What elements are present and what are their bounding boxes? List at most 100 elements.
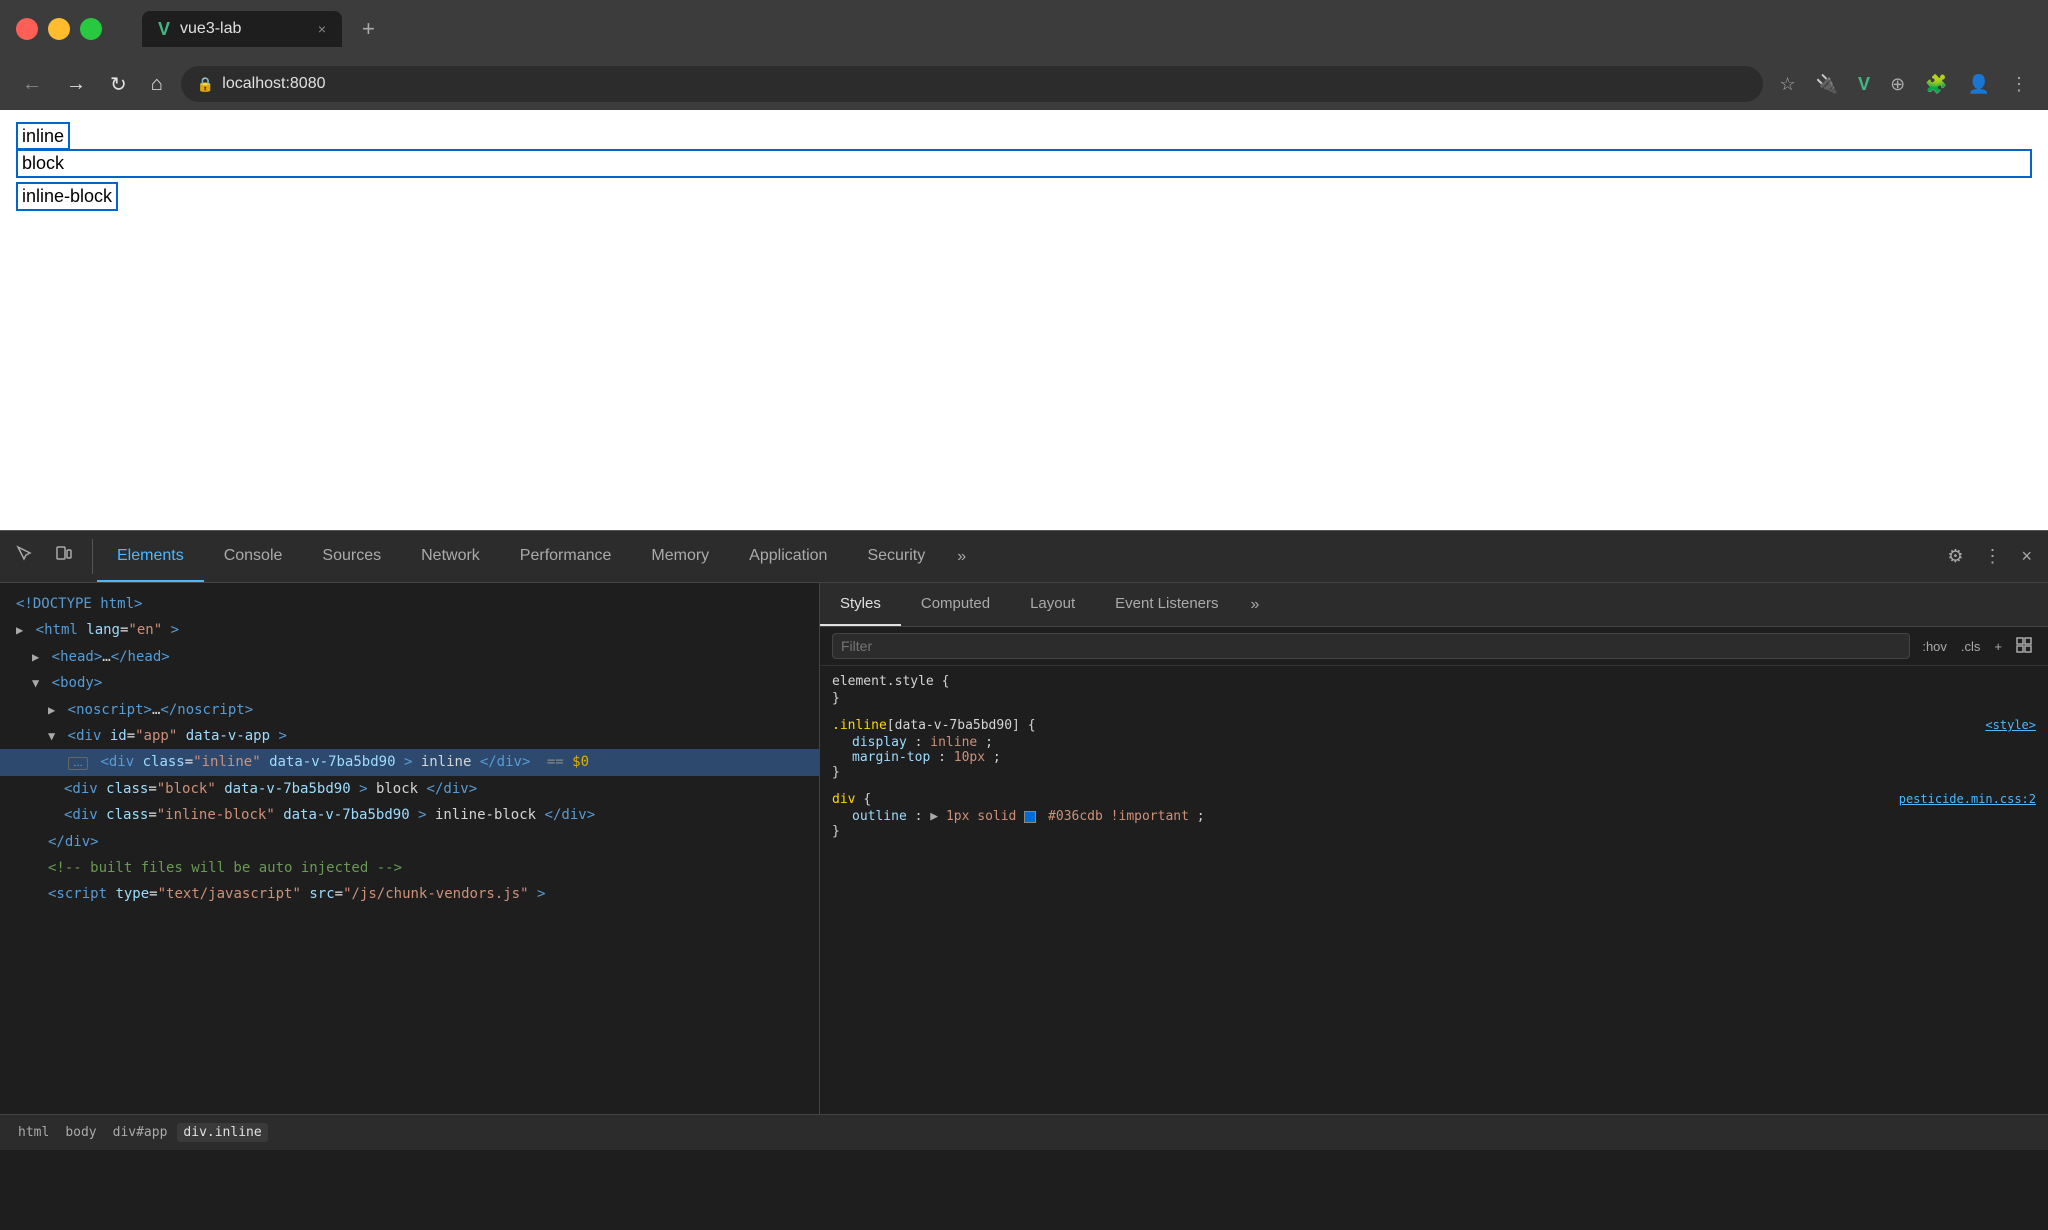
devtools-content: <!DOCTYPE html> ▶ <html lang="en" > ▶ <h… [0, 583, 2048, 1114]
tab-memory[interactable]: Memory [631, 531, 729, 582]
styles-filter-input[interactable] [832, 633, 1910, 659]
styles-tabs-more[interactable]: » [1239, 583, 1272, 626]
tab-security[interactable]: Security [847, 531, 945, 582]
tab-elements[interactable]: Elements [97, 531, 204, 582]
style-closing: } [832, 691, 2036, 706]
html-line-doctype[interactable]: <!DOCTYPE html> [0, 591, 819, 617]
style-rule-element: element.style { } [832, 674, 2036, 706]
html-line-comment[interactable]: <!-- built files will be auto injected -… [0, 855, 819, 881]
tab-styles[interactable]: Styles [820, 583, 901, 626]
maximize-window-button[interactable] [80, 18, 102, 40]
breadcrumb-div-app[interactable]: div#app [107, 1123, 174, 1142]
style-property-margin-top: margin-top : 10px ; [832, 750, 2036, 765]
inline-block-element: inline-block [16, 182, 118, 211]
html-line-div-inline[interactable]: … <div class="inline" data-v-7ba5bd90 > … [0, 749, 819, 775]
minimize-window-button[interactable] [48, 18, 70, 40]
address-bar[interactable]: 🔒 localhost:8080 [181, 66, 1764, 102]
cursor-extension-icon[interactable]: ⊕ [1886, 70, 1909, 99]
ellipsis-button[interactable]: … [68, 757, 88, 770]
url-display: localhost:8080 [222, 75, 325, 93]
tab-title: vue3-lab [180, 20, 241, 38]
breadcrumb-bar: html body div#app div.inline [0, 1114, 2048, 1150]
browser-chrome: V vue3-lab × + ← → ↻ ⌂ 🔒 localhost:8080 … [0, 0, 2048, 110]
back-button[interactable]: ← [16, 67, 48, 102]
page-content: inline block inline-block [0, 110, 2048, 530]
device-toggle-icon[interactable] [46, 539, 80, 574]
bookmark-button[interactable]: ☆ [1775, 70, 1799, 99]
breadcrumb-div-inline[interactable]: div.inline [177, 1123, 267, 1142]
title-bar: V vue3-lab × + [0, 0, 2048, 58]
arrow-icon: ▶ [48, 703, 55, 717]
styles-filter-bar: :hov .cls + [820, 627, 2048, 666]
style-selector-div: div { pesticide.min.css:2 [832, 792, 2036, 807]
style-selector-inline: .inline[data-v-7ba5bd90] { <style> [832, 718, 2036, 733]
devtools-toolbar: Elements Console Sources Network Perform… [0, 531, 2048, 583]
home-button[interactable]: ⌂ [145, 67, 169, 102]
tab-application[interactable]: Application [729, 531, 847, 582]
close-window-button[interactable] [16, 18, 38, 40]
tab-console[interactable]: Console [204, 531, 303, 582]
settings-button[interactable]: ⚙ [1939, 540, 1971, 573]
lock-icon: 🔒 [197, 76, 214, 93]
style-property-display: display : inline ; [832, 735, 2036, 750]
extensions-button[interactable]: 🧩 [1921, 70, 1951, 99]
html-line-html[interactable]: ▶ <html lang="en" > [0, 617, 819, 643]
arrow-icon: ▼ [32, 676, 39, 690]
styles-filter-buttons: :hov .cls + [1918, 635, 2036, 658]
style-rule-div: div { pesticide.min.css:2 outline : ▶ 1p… [832, 792, 2036, 839]
tab-bar: V vue3-lab × + [134, 11, 391, 47]
html-line-head[interactable]: ▶ <head>…</head> [0, 644, 819, 670]
inline-element: inline [16, 122, 70, 150]
arrow-icon: ▼ [48, 729, 55, 743]
add-style-button[interactable]: + [1990, 637, 2006, 656]
style-closing: } [832, 765, 2036, 780]
nav-bar: ← → ↻ ⌂ 🔒 localhost:8080 ☆ 🔌 V ⊕ 🧩 👤 ⋮ [0, 58, 2048, 110]
tab-network[interactable]: Network [401, 531, 500, 582]
devtools-icon-group [8, 539, 93, 574]
browser-tab[interactable]: V vue3-lab × [142, 11, 342, 47]
reload-button[interactable]: ↻ [104, 66, 133, 103]
profile-button[interactable]: 👤 [1964, 70, 1994, 99]
forward-button[interactable]: → [60, 67, 92, 102]
close-devtools-button[interactable]: × [2013, 540, 2040, 573]
arrow-icon: ▶ [32, 650, 39, 664]
devtools-tabs-more[interactable]: » [945, 531, 978, 582]
vue-logo-icon: V [158, 19, 170, 40]
traffic-lights [16, 18, 102, 40]
element-picker-icon[interactable] [8, 539, 42, 574]
style-selector: element.style { [832, 674, 2036, 689]
style-source-pesticide[interactable]: pesticide.min.css:2 [1899, 792, 2036, 806]
html-line-div-close[interactable]: </div> [0, 829, 819, 855]
style-rule-inline: .inline[data-v-7ba5bd90] { <style> displ… [832, 718, 2036, 780]
style-source[interactable]: <style> [1985, 718, 2036, 732]
html-panel: <!DOCTYPE html> ▶ <html lang="en" > ▶ <h… [0, 583, 820, 1114]
block-element: block [16, 149, 2032, 178]
html-line-body[interactable]: ▼ <body> [0, 670, 819, 696]
html-line-div-app[interactable]: ▼ <div id="app" data-v-app > [0, 723, 819, 749]
hov-button[interactable]: :hov [1918, 637, 1951, 656]
toggle-layout-button[interactable] [2012, 635, 2036, 658]
tab-sources[interactable]: Sources [302, 531, 401, 582]
styles-panel: Styles Computed Layout Event Listeners »… [820, 583, 2048, 1114]
html-line-div-block[interactable]: <div class="block" data-v-7ba5bd90 > blo… [0, 776, 819, 802]
html-line-script[interactable]: <script type="text/javascript" src="/js/… [0, 881, 819, 907]
vue-devtools-icon[interactable]: V [1854, 70, 1874, 99]
tab-performance[interactable]: Performance [500, 531, 632, 582]
html-line-div-inline-block[interactable]: <div class="inline-block" data-v-7ba5bd9… [0, 802, 819, 828]
breadcrumb-body[interactable]: body [59, 1123, 102, 1142]
styles-content: element.style { } .inline[data-v-7ba5bd9… [820, 666, 2048, 1114]
extension-icon-1[interactable]: 🔌 [1812, 70, 1842, 99]
color-swatch[interactable] [1024, 811, 1036, 823]
new-tab-button[interactable]: + [346, 11, 391, 47]
breadcrumb-html[interactable]: html [12, 1123, 55, 1142]
menu-button[interactable]: ⋮ [2006, 70, 2032, 99]
tab-computed[interactable]: Computed [901, 583, 1010, 626]
cls-button[interactable]: .cls [1957, 637, 1985, 656]
devtools-panel: Elements Console Sources Network Perform… [0, 530, 2048, 1150]
tab-close-button[interactable]: × [318, 21, 326, 37]
style-closing: } [832, 824, 2036, 839]
html-line-noscript[interactable]: ▶ <noscript>…</noscript> [0, 697, 819, 723]
tab-layout[interactable]: Layout [1010, 583, 1095, 626]
tab-event-listeners[interactable]: Event Listeners [1095, 583, 1238, 626]
more-options-button[interactable]: ⋮ [1975, 540, 2009, 573]
